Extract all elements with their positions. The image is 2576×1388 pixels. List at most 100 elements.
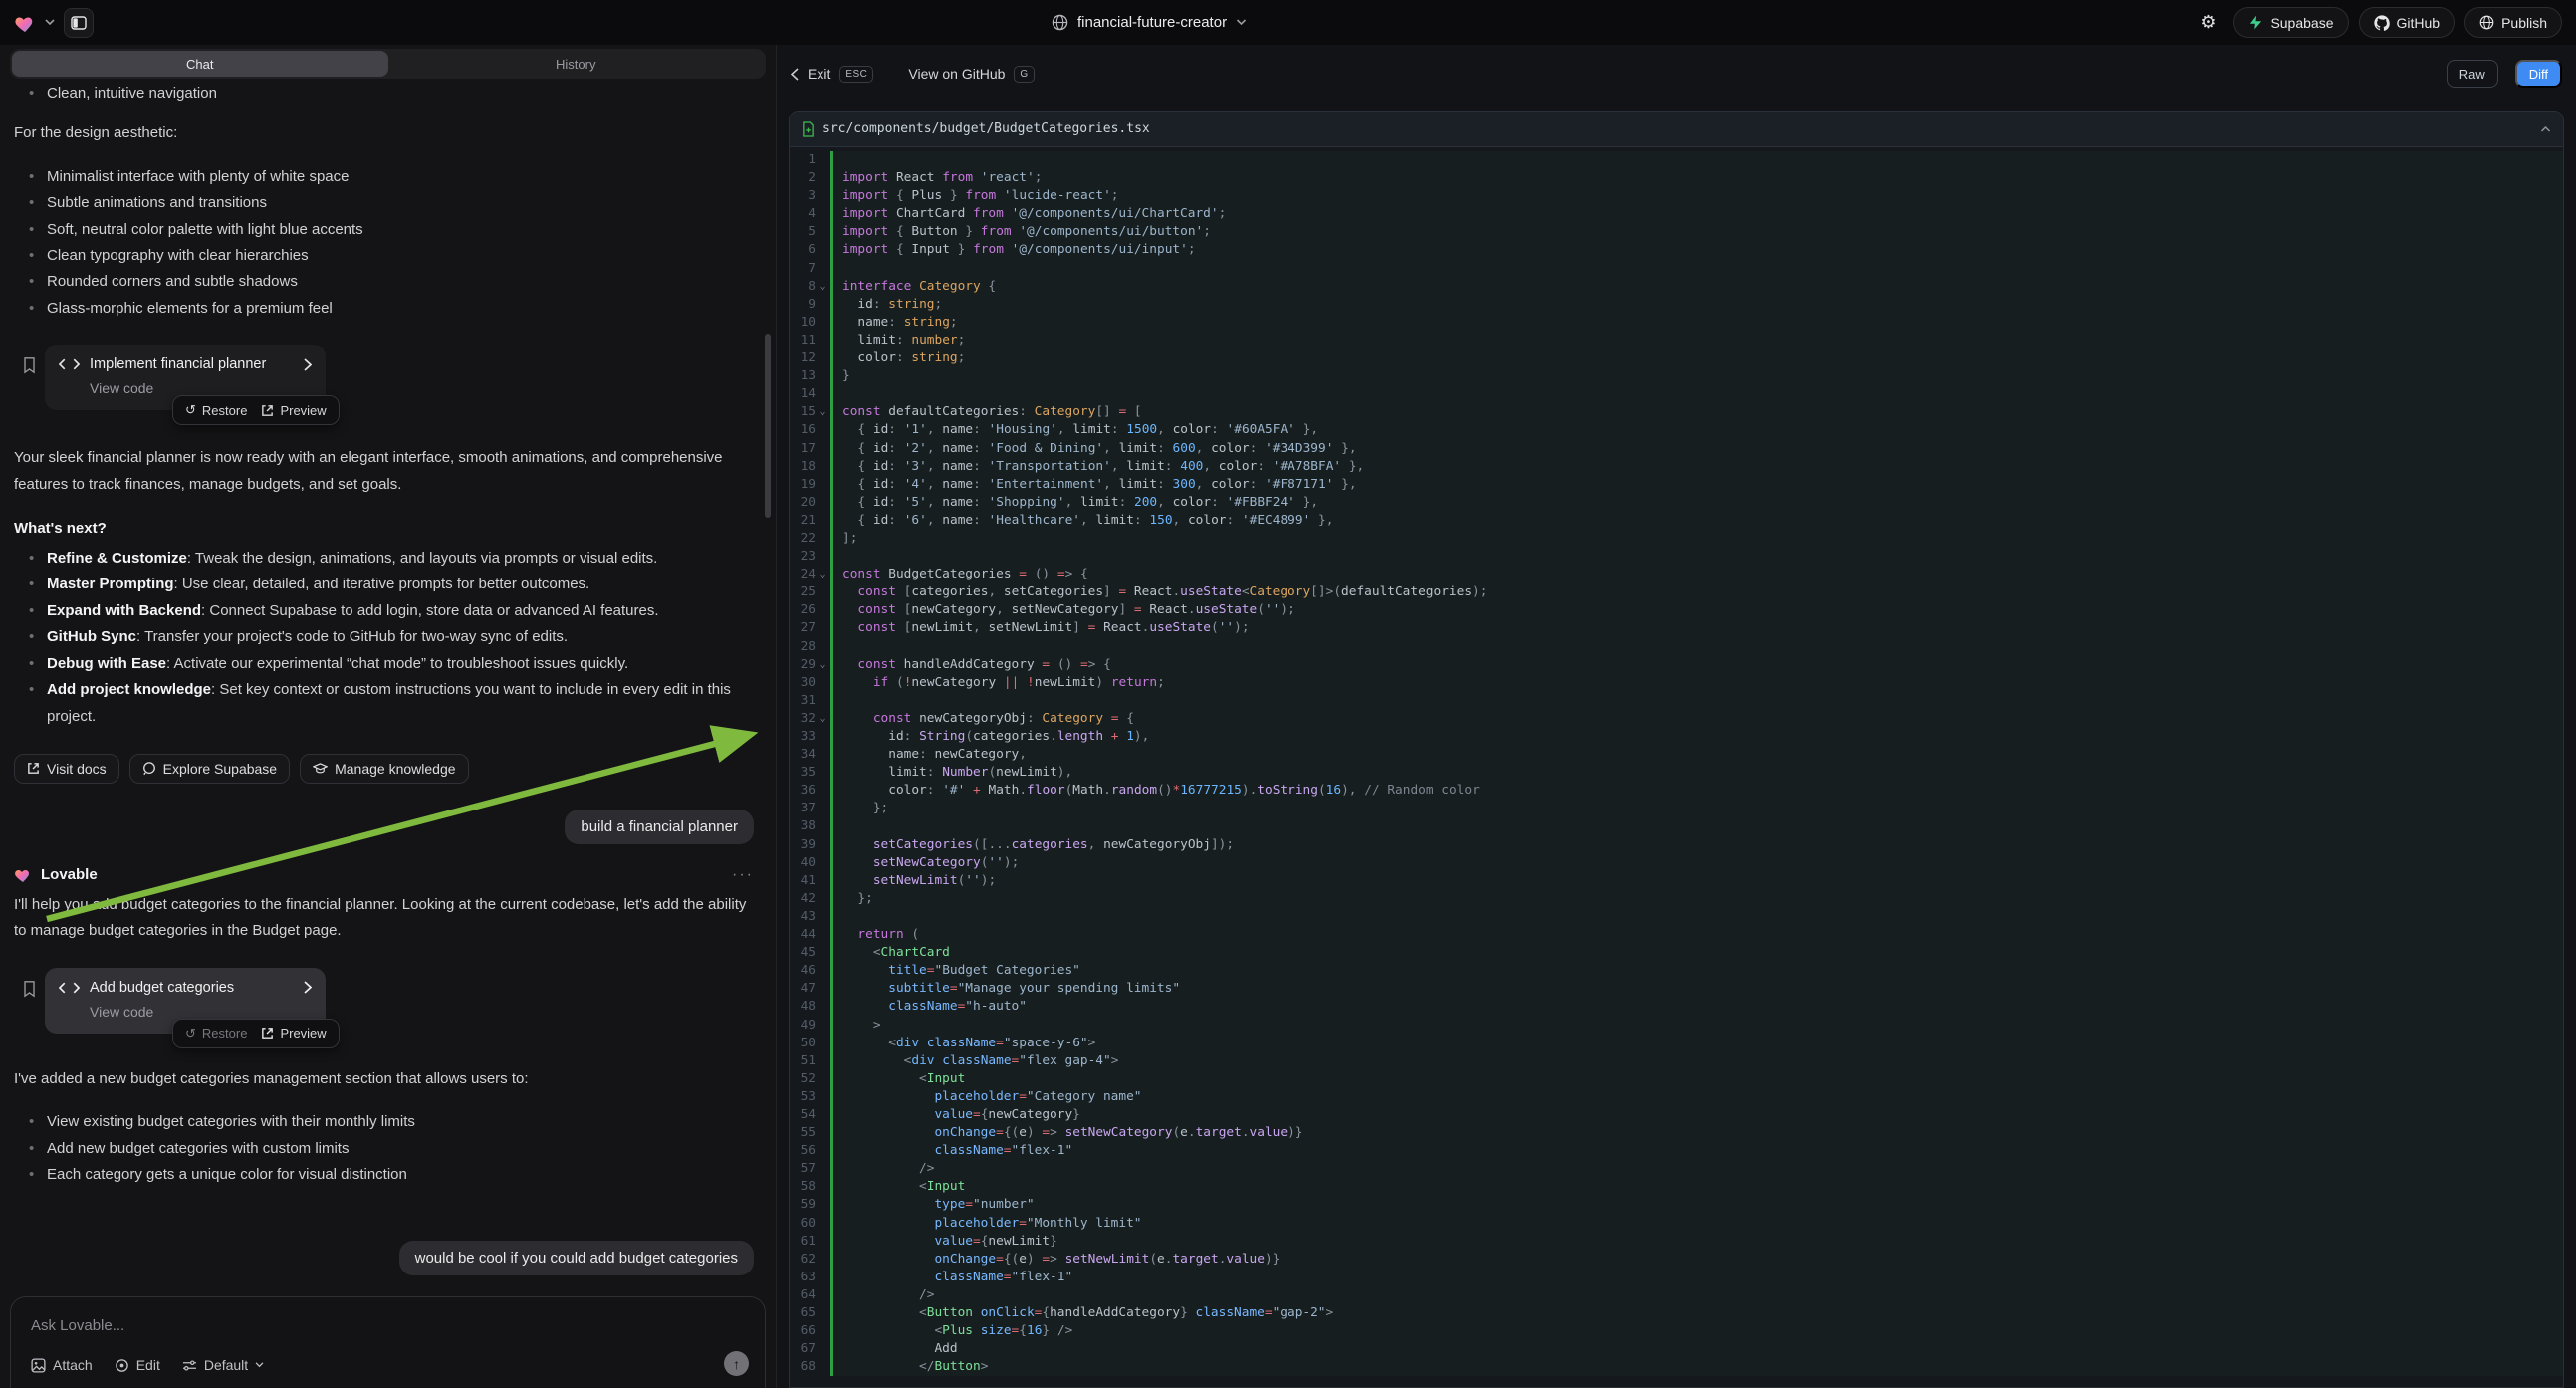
preview-label: Preview: [280, 403, 326, 418]
code-line: 21 { id: '6', name: 'Healthcare', limit:…: [790, 512, 2563, 530]
code-editor-content[interactable]: 1 2import React from 'react';3import { P…: [790, 147, 2563, 1387]
explore-supabase-label: Explore Supabase: [163, 761, 277, 777]
explore-supabase-button[interactable]: Explore Supabase: [129, 754, 290, 784]
chat-scroll-area[interactable]: Clean, intuitive navigation For the desi…: [0, 81, 776, 1275]
code-line: 4import ChartCard from '@/components/ui/…: [790, 205, 2563, 223]
list-item: View existing budget categories with the…: [14, 1109, 754, 1135]
list-item: Debug with Ease: Activate our experiment…: [14, 651, 754, 677]
ask-lovable-input[interactable]: [31, 1317, 745, 1334]
file-path: src/components/budget/BudgetCategories.t…: [822, 121, 1150, 136]
list-item: Soft, neutral color palette with light b…: [14, 217, 754, 243]
restore-label: Restore: [202, 1026, 248, 1041]
restore-button[interactable]: ↺ Restore: [185, 1026, 247, 1041]
chat-scrollbar-thumb[interactable]: [765, 334, 771, 518]
code-line: 61 value={newLimit}: [790, 1233, 2563, 1251]
file-diff-card: src/components/budget/BudgetCategories.t…: [789, 111, 2564, 1388]
tab-history[interactable]: History: [388, 51, 765, 77]
file-header[interactable]: src/components/budget/BudgetCategories.t…: [790, 112, 2563, 147]
list-item: Minimalist interface with plenty of whit…: [14, 164, 754, 190]
diff-toggle-button[interactable]: Diff: [2515, 60, 2562, 88]
user-message-bubble: build a financial planner: [565, 810, 754, 844]
code-line: 20 { id: '5', name: 'Shopping', limit: 2…: [790, 494, 2563, 512]
list-item: Master Prompting: Use clear, detailed, a…: [14, 572, 754, 597]
collapse-file-button[interactable]: [2540, 125, 2551, 132]
attach-button[interactable]: Attach: [31, 1357, 93, 1373]
code-line: 59 type="number": [790, 1196, 2563, 1214]
code-line: 34 name: newCategory,: [790, 746, 2563, 764]
code-line: 54 value={newCategory}: [790, 1106, 2563, 1124]
code-line: 62 onChange={(e) => setNewLimit(e.target…: [790, 1251, 2563, 1269]
code-line: 16 { id: '1', name: 'Housing', limit: 15…: [790, 421, 2563, 439]
target-icon: [115, 1358, 129, 1373]
toggle-sidebar-button[interactable]: [64, 8, 94, 38]
version-card-row: Add budget categories View code ↺ Restor…: [14, 968, 754, 1034]
code-line: 24⌄const BudgetCategories = () => {: [790, 566, 2563, 583]
code-line: 7: [790, 260, 2563, 278]
visit-docs-label: Visit docs: [47, 761, 107, 777]
chat-bubble-icon: [142, 762, 156, 776]
publish-button[interactable]: Publish: [2464, 7, 2562, 38]
code-line: 12 color: string;: [790, 349, 2563, 367]
restore-icon: ↺: [185, 1026, 196, 1041]
version-card-implement-financial-planner[interactable]: Implement financial planner View code ↺ …: [45, 345, 326, 410]
code-line: 64 />: [790, 1286, 2563, 1304]
more-options-icon[interactable]: ···: [732, 866, 754, 884]
supabase-button[interactable]: Supabase: [2233, 7, 2348, 38]
preview-button[interactable]: Preview: [261, 403, 326, 418]
restore-label: Restore: [202, 403, 248, 418]
project-chevron-down-icon: [1236, 19, 1247, 26]
workspace-chevron-down-icon[interactable]: [45, 19, 55, 26]
visit-docs-button[interactable]: Visit docs: [14, 754, 119, 784]
github-button[interactable]: GitHub: [2359, 7, 2456, 38]
code-line: 39 setCategories([...categories, newCate…: [790, 836, 2563, 854]
restore-button[interactable]: ↺ Restore: [185, 402, 247, 418]
code-line: 44 return (: [790, 926, 2563, 944]
manage-knowledge-button[interactable]: Manage knowledge: [300, 754, 468, 784]
code-line: 58 <Input: [790, 1178, 2563, 1196]
bookmark-icon[interactable]: [22, 356, 37, 374]
code-line: 43: [790, 908, 2563, 926]
bookmark-icon[interactable]: [22, 980, 37, 998]
view-code-link[interactable]: View code: [90, 380, 312, 396]
github-icon: [2374, 15, 2390, 31]
raw-toggle-button[interactable]: Raw: [2447, 60, 2498, 88]
code-line: 66 <Plus size={16} />: [790, 1322, 2563, 1340]
code-line: 57 />: [790, 1160, 2563, 1178]
assistant-summary: Your sleek financial planner is now read…: [14, 445, 754, 498]
code-line: 60 placeholder="Monthly limit": [790, 1215, 2563, 1233]
code-line: 17 { id: '2', name: 'Food & Dining', lim…: [790, 440, 2563, 458]
publish-label: Publish: [2501, 15, 2547, 31]
code-line: 45 <ChartCard: [790, 944, 2563, 962]
version-card-add-budget-categories[interactable]: Add budget categories View code ↺ Restor…: [45, 968, 326, 1034]
code-line: 29⌄ const handleAddCategory = () => {: [790, 656, 2563, 674]
code-line: 65 <Button onClick={handleAddCategory} c…: [790, 1304, 2563, 1322]
code-line: 18 { id: '3', name: 'Transportation', li…: [790, 458, 2563, 476]
list-item: Add project knowledge: Set key context o…: [14, 677, 754, 730]
added-file-icon: [802, 121, 815, 137]
manage-knowledge-label: Manage knowledge: [335, 761, 455, 777]
code-line: 56 className="flex-1": [790, 1142, 2563, 1160]
edit-button[interactable]: Edit: [115, 1357, 160, 1373]
preview-button[interactable]: Preview: [261, 1026, 326, 1041]
code-line: 10 name: string;: [790, 314, 2563, 332]
settings-gear-icon[interactable]: ⚙: [2192, 7, 2224, 39]
project-switcher[interactable]: financial-future-creator: [1052, 0, 1247, 45]
code-line: 28: [790, 638, 2563, 656]
code-line: 25 const [categories, setCategories] = R…: [790, 583, 2563, 601]
assistant-reply-intro: I'll help you add budget categories to t…: [14, 892, 754, 945]
chat-panel: Chat History Clean, intuitive navigation…: [0, 45, 776, 1388]
view-code-link[interactable]: View code: [90, 1004, 312, 1020]
code-line: 27 const [newLimit, setNewLimit] = React…: [790, 619, 2563, 637]
code-line: 42 };: [790, 890, 2563, 908]
mode-select-default[interactable]: Default: [182, 1357, 264, 1373]
lovable-logo-heart-icon[interactable]: [14, 13, 36, 33]
chevron-left-icon[interactable]: [791, 68, 799, 81]
exit-button[interactable]: Exit: [808, 66, 830, 82]
tab-chat[interactable]: Chat: [12, 51, 388, 77]
whats-next-heading: What's next?: [14, 520, 754, 537]
send-button[interactable]: ↑: [724, 1351, 749, 1376]
list-item: Refine & Customize: Tweak the design, an…: [14, 546, 754, 572]
view-on-github-link[interactable]: View on GitHub: [908, 66, 1005, 82]
code-line: 15⌄const defaultCategories: Category[] =…: [790, 403, 2563, 421]
github-label: GitHub: [2397, 15, 2441, 31]
